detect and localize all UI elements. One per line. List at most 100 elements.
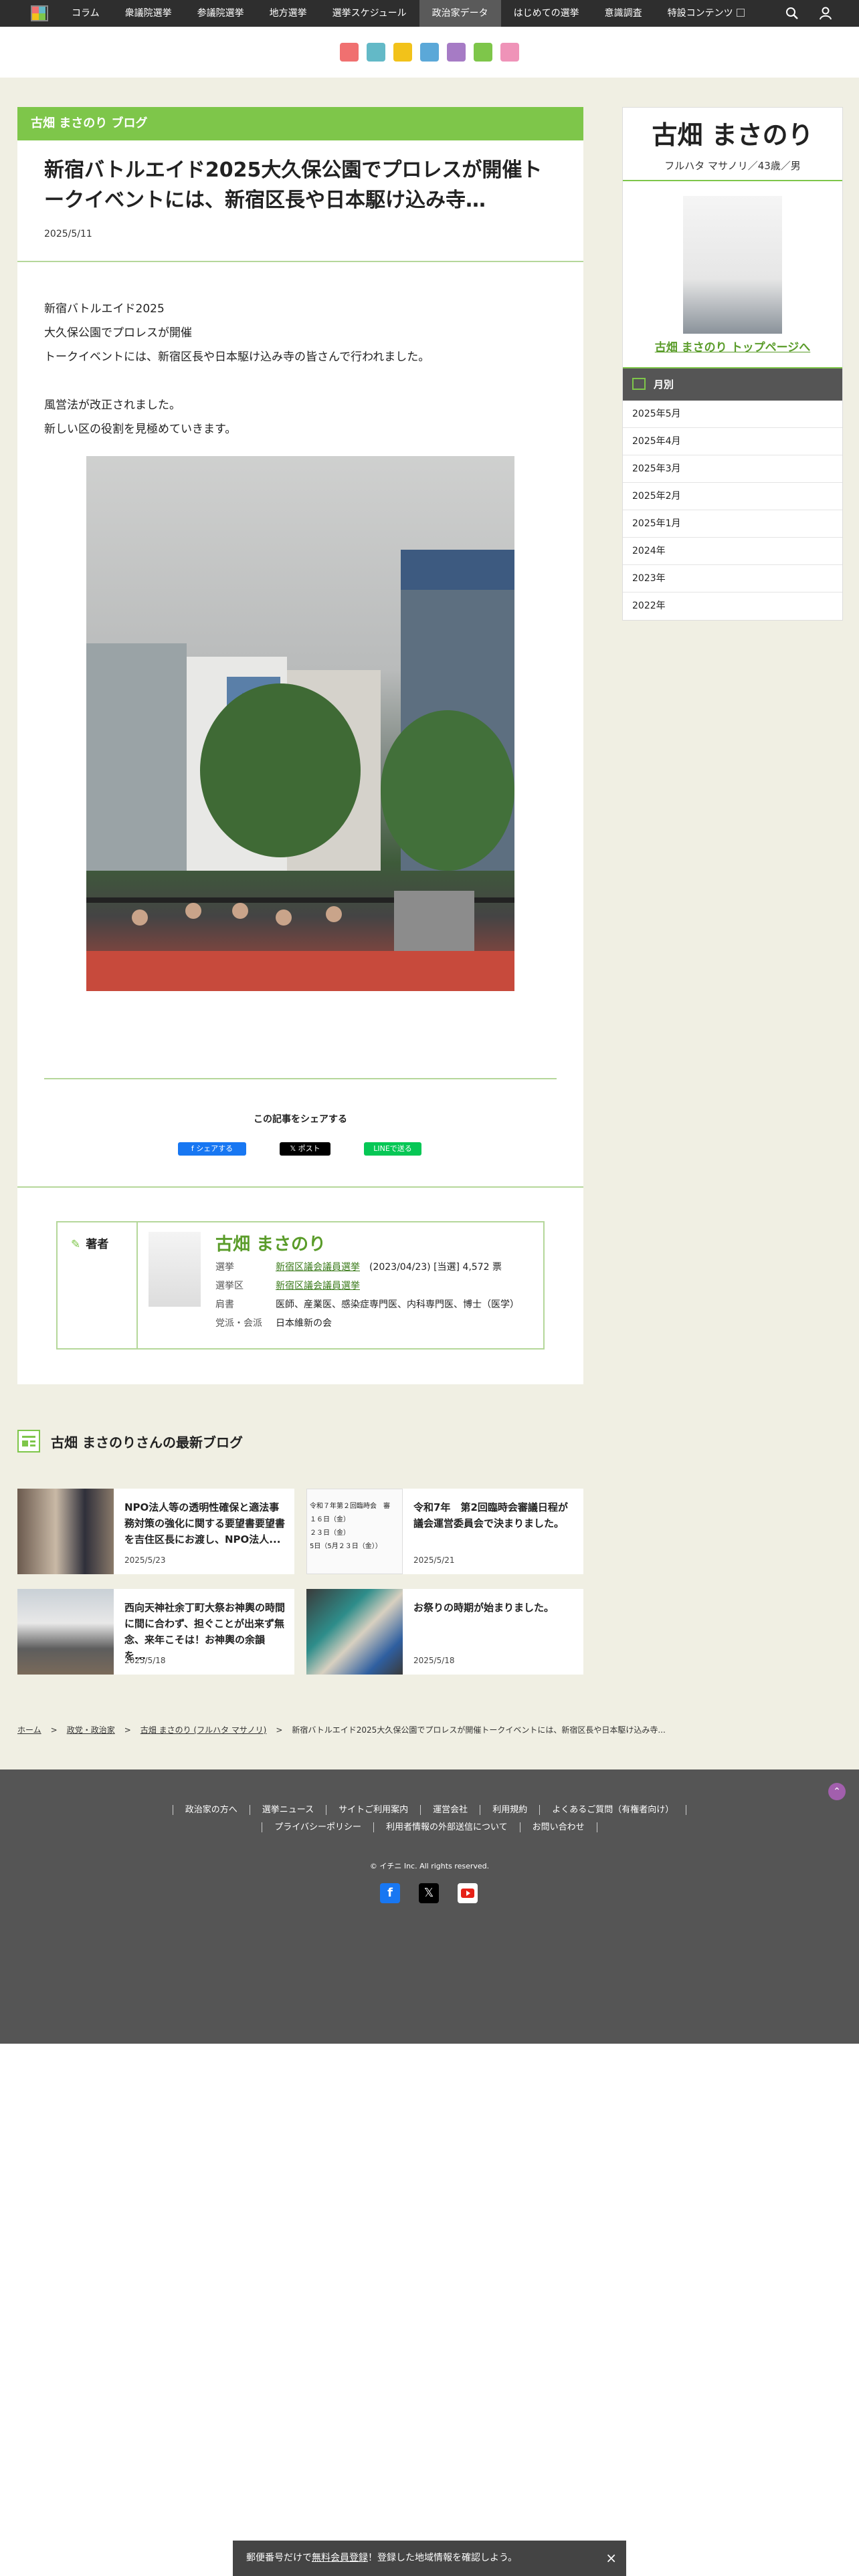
facebook-icon[interactable]: f bbox=[380, 1883, 400, 1903]
thumb-line: 5日（5月２３日（金）） bbox=[310, 1543, 382, 1550]
breadcrumb-home[interactable]: ホーム bbox=[17, 1725, 41, 1735]
monthly-archive-header: 月別 bbox=[623, 368, 842, 401]
card-thumbnail bbox=[306, 1589, 403, 1675]
nav-column[interactable]: コラム bbox=[59, 0, 112, 27]
author-box: ✎ 著者 古畑 まさのり 選挙 新宿区議会議員選挙 (2023/04/23) [当選… bbox=[56, 1221, 545, 1350]
election-link[interactable]: 新宿区議会議員選挙 bbox=[276, 1262, 360, 1273]
row-key: 肩書 bbox=[215, 1299, 234, 1310]
thumb-line: ２３日（金） bbox=[310, 1529, 350, 1537]
back-to-top-button[interactable]: ⌃ bbox=[828, 1783, 846, 1800]
category-color-7[interactable] bbox=[500, 43, 519, 62]
nav-shugiin[interactable]: 衆議院選挙 bbox=[112, 0, 185, 27]
row-key: 党派・会派 bbox=[215, 1318, 262, 1329]
footer-link[interactable]: 利用規約 bbox=[480, 1805, 540, 1815]
body-line: 新宿バトルエイド2025 bbox=[44, 302, 165, 316]
card-thumbnail bbox=[17, 1489, 114, 1574]
footer-link[interactable]: 政治家の方へ bbox=[172, 1805, 250, 1815]
nav-local-election[interactable]: 地方選挙 bbox=[257, 0, 320, 27]
author-section: ✎ 著者 古畑 まさのり 選挙 新宿区議会議員選挙 (2023/04/23) [当選… bbox=[17, 1186, 583, 1384]
footer-link[interactable]: 利用者情報の外部送信について bbox=[373, 1822, 520, 1832]
sidebar-politician-info: フルハタ マサノリ／43歳／男 bbox=[664, 160, 801, 172]
month-link[interactable]: 2025年2月 bbox=[623, 483, 842, 510]
month-link[interactable]: 2025年1月 bbox=[623, 510, 842, 538]
row-value: 医師、産業医、感染症専門医、内科専門医、博士（医学） bbox=[276, 1299, 519, 1310]
politician-top-page-link[interactable]: 古畑 まさのり トップページへ bbox=[623, 338, 842, 354]
facebook-share-button[interactable]: f シェアする bbox=[178, 1142, 246, 1156]
category-color-2[interactable] bbox=[367, 43, 385, 62]
card-title: 令和7年 第2回臨時会審議日程が議会運営委員会で決まりました。 bbox=[413, 1501, 568, 1529]
author-name[interactable]: 古畑 まさのり bbox=[215, 1230, 326, 1255]
article-date: 2025/5/11 bbox=[44, 229, 92, 239]
category-color-5[interactable] bbox=[447, 43, 466, 62]
user-icon[interactable] bbox=[819, 7, 832, 20]
category-color-1[interactable] bbox=[340, 43, 359, 62]
body-line: 新しい区の役割を見極めていきます。 bbox=[44, 423, 237, 436]
breadcrumb-politician[interactable]: 古畑 まさのり (フルハタ マサノリ) bbox=[140, 1725, 267, 1735]
signup-link[interactable]: 無料会員登録 bbox=[312, 2553, 368, 2563]
blog-card[interactable]: 令和７年第２回臨時会 審 １６日（金） ２３日（金） 5日（5月２３日（金）） … bbox=[306, 1489, 583, 1574]
banner-suffix: ！登録した地域情報を確認しよう。 bbox=[368, 2553, 518, 2563]
author-row-election: 選挙 新宿区議会議員選挙 (2023/04/23) [当選] 4,572 票 bbox=[215, 1260, 502, 1273]
row-key: 選挙 bbox=[215, 1262, 234, 1273]
category-color-bar bbox=[0, 27, 859, 78]
footer-link[interactable]: よくあるご質問（有権者向け） bbox=[539, 1805, 687, 1815]
footer-link[interactable]: お問い合わせ bbox=[519, 1822, 597, 1832]
category-color-3[interactable] bbox=[393, 43, 412, 62]
footer-link[interactable]: プライバシーポリシー bbox=[262, 1822, 374, 1832]
nav-politician-data[interactable]: 政治家データ bbox=[419, 0, 501, 27]
month-link[interactable]: 2025年4月 bbox=[623, 428, 842, 455]
divider bbox=[17, 261, 583, 262]
month-link[interactable]: 2022年 bbox=[623, 593, 842, 620]
banner-prefix: 郵便番号だけで bbox=[246, 2553, 312, 2563]
nav-special[interactable]: 特設コンテンツ bbox=[655, 0, 757, 27]
author-row-party: 党派・会派 日本維新の会 bbox=[215, 1316, 332, 1329]
blog-list-icon bbox=[17, 1430, 40, 1453]
footer-link[interactable]: サイトご利用案内 bbox=[326, 1805, 421, 1815]
blog-card[interactable]: お祭りの時期が始まりました。 2025/5/18 bbox=[306, 1589, 583, 1675]
monthly-archive-title: 月別 bbox=[654, 379, 674, 391]
breadcrumb-parties[interactable]: 政党・政治家 bbox=[67, 1725, 115, 1735]
pencil-icon: ✎ bbox=[71, 1238, 81, 1251]
blog-card[interactable]: NPO法人等の透明性確保と適法事務対策の強化に関する要望書要望書を吉住区長にお渡… bbox=[17, 1489, 294, 1574]
nav-schedule[interactable]: 選挙スケジュール bbox=[320, 0, 419, 27]
district-link[interactable]: 新宿区議会議員選挙 bbox=[276, 1281, 360, 1291]
nav-sangiin[interactable]: 参議院選挙 bbox=[185, 0, 257, 27]
card-title: NPO法人等の透明性確保と適法事務対策の強化に関する要望書要望書を吉住区長にお渡… bbox=[124, 1501, 286, 1545]
author-row-title: 肩書 医師、産業医、感染症専門医、内科専門医、博士（医学） bbox=[215, 1297, 519, 1311]
close-icon[interactable]: × bbox=[605, 2541, 617, 2576]
body-line: 大久保公園でプロレスが開催 bbox=[44, 326, 192, 340]
month-link[interactable]: 2025年5月 bbox=[623, 401, 842, 428]
card-date: 2025/5/18 bbox=[413, 1656, 455, 1665]
search-icon[interactable] bbox=[785, 7, 799, 20]
card-date: 2025/5/23 bbox=[124, 1555, 166, 1565]
footer-link[interactable]: 選挙ニュース bbox=[249, 1805, 326, 1815]
x-icon[interactable]: 𝕏 bbox=[419, 1883, 439, 1903]
signup-banner: 郵便番号だけで無料会員登録！登録した地域情報を確認しよう。 × bbox=[233, 2541, 626, 2576]
x-post-label: ポスト bbox=[298, 1144, 320, 1153]
site-logo-icon[interactable] bbox=[31, 5, 48, 21]
card-title: 西向天神社余丁町大祭お神輿の時間に間に合わず、担ぐことが出来ず無念、来年こそは！… bbox=[124, 1602, 286, 1662]
latest-blog-title: 古畑 まさのりさんの最新ブログ bbox=[17, 1430, 243, 1453]
author-label-text: 著者 bbox=[86, 1238, 109, 1251]
card-date: 2025/5/18 bbox=[124, 1656, 166, 1665]
x-post-button[interactable]: 𝕏 ポスト bbox=[280, 1142, 330, 1156]
global-nav: コラム 衆議院選挙 参議院選挙 地方選挙 選挙スケジュール 政治家データ はじめ… bbox=[0, 0, 859, 27]
category-color-4[interactable] bbox=[420, 43, 439, 62]
line-share-button[interactable]: LINEで送る bbox=[364, 1142, 421, 1156]
sidebar: 古畑 まさのり フルハタ マサノリ／43歳／男 古畑 まさのり トップページへ … bbox=[622, 107, 843, 621]
card-date: 2025/5/21 bbox=[413, 1555, 455, 1565]
footer-links: 政治家の方へ 選挙ニュース サイトご利用案内 運営会社 利用規約 よくあるご質問（有権者向… bbox=[0, 1802, 859, 1836]
month-link[interactable]: 2025年3月 bbox=[623, 455, 842, 483]
footer-link[interactable]: 運営会社 bbox=[420, 1805, 480, 1815]
category-color-6[interactable] bbox=[474, 43, 492, 62]
month-link[interactable]: 2024年 bbox=[623, 538, 842, 565]
nav-first-election[interactable]: はじめての選挙 bbox=[501, 0, 592, 27]
youtube-icon[interactable] bbox=[458, 1883, 478, 1903]
nav-survey[interactable]: 意識調査 bbox=[592, 0, 655, 27]
month-link[interactable]: 2023年 bbox=[623, 565, 842, 593]
row-key: 選挙区 bbox=[215, 1281, 244, 1291]
article: 古畑 まさのり ブログ 新宿バトルエイド2025大久保公園でプロレスが開催トーク… bbox=[17, 107, 583, 1384]
sidebar-politician-name: 古畑 まさのり bbox=[652, 120, 814, 150]
divider bbox=[44, 1078, 557, 1079]
blog-card[interactable]: 西向天神社余丁町大祭お神輿の時間に間に合わず、担ぐことが出来ず無念、来年こそは！… bbox=[17, 1589, 294, 1675]
